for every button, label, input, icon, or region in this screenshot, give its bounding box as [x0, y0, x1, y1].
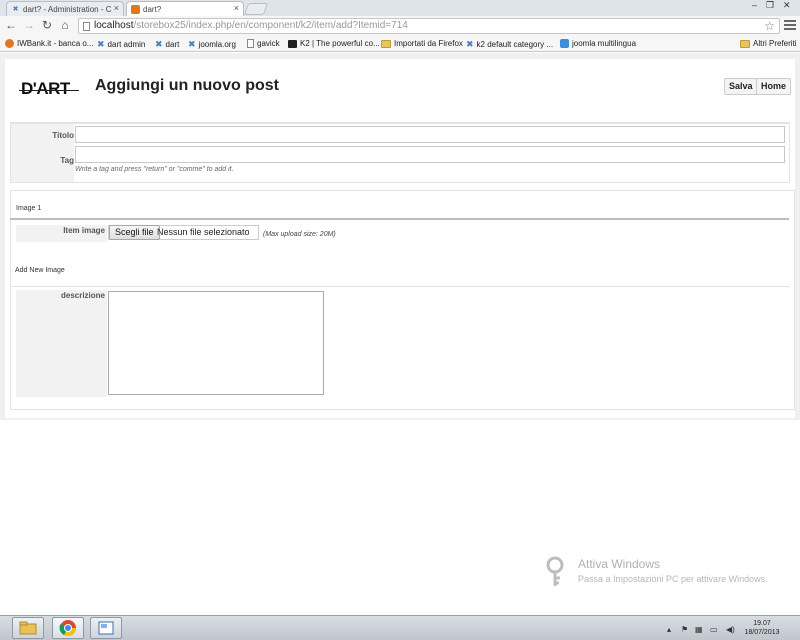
close-tab-icon[interactable]: ×: [114, 3, 119, 13]
tag-hint: Write a tag and press "return" or "comme…: [75, 166, 234, 173]
home-button[interactable]: Home: [756, 78, 792, 95]
bookmark-iwbank[interactable]: IWBank.it - banca o...: [5, 39, 93, 48]
bookmark-joomla-multilingua[interactable]: joomla multilingua: [560, 39, 636, 48]
k2-icon: [288, 39, 297, 48]
translate-icon: [560, 39, 569, 48]
max-upload-size: (Max upload size: 20M): [263, 231, 336, 238]
battery-icon[interactable]: ▭: [710, 625, 718, 634]
form-frame: D'ART Aggiungi un nuovo post Salva Home …: [0, 53, 800, 420]
bookmark-k2[interactable]: K2 | The powerful co...: [288, 39, 380, 48]
new-tab-button[interactable]: [243, 3, 269, 15]
url-path: /storebox25/index.php/en/component/k2/it…: [133, 20, 408, 31]
bookmark-label: IWBank.it - banca o...: [17, 39, 94, 48]
volume-icon[interactable]: ◀): [726, 625, 735, 634]
back-arrow-icon[interactable]: ←: [4, 18, 18, 33]
descrizione-textarea[interactable]: [108, 291, 324, 395]
logo-underline: [19, 90, 79, 91]
descrizione-label-cell: [16, 290, 107, 397]
no-file-selected-text: Nessun file selezionato: [157, 227, 250, 237]
image-section-divider: [10, 218, 789, 220]
tab-title: dart?: [143, 4, 162, 14]
bookmark-joomla-org[interactable]: ✖ joomla.org: [188, 39, 236, 50]
windows-taskbar: ▴ ⚑ ▦ ▭ ◀) 19.07 18/07/2013: [0, 615, 800, 640]
titolo-label: Titolo: [52, 131, 74, 140]
page-icon: [83, 22, 90, 31]
descrizione-label: descrizione: [60, 291, 105, 300]
joomla-icon: ✖: [97, 39, 105, 49]
paint-taskbar-button[interactable]: [90, 617, 122, 639]
bookmark-label: gavick: [257, 39, 280, 48]
tab-dart[interactable]: dart? ×: [126, 1, 244, 16]
bookmarks-bar: IWBank.it - banca o... ✖ dart admin ✖ dart…: [0, 36, 800, 52]
page-viewport: D'ART Aggiungi un nuovo post Salva Home …: [0, 53, 800, 615]
tag-input[interactable]: [75, 146, 785, 163]
url-host: localhost: [94, 20, 134, 31]
activate-windows-title: Attiva Windows: [578, 557, 661, 571]
site-logo[interactable]: D'ART: [21, 79, 70, 99]
activate-windows-subtitle: Passa a Impostazioni PC per attivare Win…: [578, 574, 768, 584]
bookmark-k2-default-category[interactable]: ✖ k2 default category ...: [466, 39, 553, 50]
bookmark-label: Altri Preferiti: [753, 39, 797, 48]
joomla-icon: ✖: [155, 39, 163, 49]
site-favicon-icon: [131, 4, 140, 14]
bookmark-importati-firefox[interactable]: Importati da Firefox: [381, 39, 463, 48]
save-button[interactable]: Salva: [724, 78, 758, 95]
tag-label: Tag: [60, 156, 74, 165]
chrome-menu-icon[interactable]: [784, 18, 796, 32]
add-new-image-link[interactable]: Add New Image: [15, 267, 65, 274]
joomla-icon: ✖: [188, 39, 196, 49]
bookmark-star-icon[interactable]: ☆: [764, 19, 775, 33]
address-bar[interactable]: localhost/storebox25/index.php/en/compon…: [78, 18, 780, 34]
bookmark-label: dart admin: [107, 40, 146, 49]
page-icon: [247, 39, 254, 48]
show-hidden-icons-icon[interactable]: ▴: [667, 625, 671, 634]
form-panel: D'ART Aggiungi un nuovo post Salva Home …: [5, 59, 795, 418]
folder-icon: [19, 621, 37, 635]
key-icon: [546, 556, 564, 586]
minimize-icon[interactable]: –: [752, 0, 757, 10]
restore-icon[interactable]: ❐: [766, 0, 774, 11]
chrome-taskbar-button[interactable]: [52, 617, 84, 639]
flag-icon[interactable]: ⚑: [681, 625, 688, 634]
paint-icon: [98, 621, 114, 635]
system-clock[interactable]: 19.07 18/07/2013: [744, 619, 780, 637]
iwbank-icon: [5, 39, 14, 48]
close-window-icon[interactable]: ✕: [783, 0, 791, 11]
home-icon[interactable]: ⌂: [58, 18, 72, 33]
browser-toolbar: ← → ↻ ⌂ localhost/storebox25/index.php/e…: [0, 16, 800, 36]
tab-title: dart? - Administration - C: [23, 4, 112, 14]
joomla-icon: ✖: [466, 39, 474, 49]
folder-icon: [740, 39, 750, 48]
item-image-label: Item image: [63, 226, 105, 235]
bookmark-label: joomla multilingua: [572, 39, 637, 48]
reload-icon[interactable]: ↻: [40, 18, 54, 33]
choose-file-button[interactable]: Scegli file: [109, 225, 160, 240]
tab-administration[interactable]: ✖ dart? - Administration - C ×: [6, 1, 124, 16]
clock-date: 18/07/2013: [744, 629, 780, 636]
titolo-input[interactable]: [75, 126, 785, 143]
forward-arrow-icon[interactable]: →: [22, 18, 36, 33]
image-divider: [10, 286, 790, 287]
chrome-icon: [59, 620, 77, 637]
file-explorer-button[interactable]: [12, 617, 44, 639]
folder-icon: [381, 39, 391, 48]
bookmark-label: dart: [165, 40, 180, 49]
bookmark-label: joomla.org: [198, 40, 236, 49]
bookmark-label: K2 | The powerful co...: [300, 39, 380, 48]
bookmark-label: k2 default category ...: [476, 40, 554, 49]
clock-time: 19.07: [753, 620, 771, 627]
close-tab-icon[interactable]: ×: [234, 3, 239, 13]
bookmark-dart-admin[interactable]: ✖ dart admin: [97, 39, 145, 50]
bookmark-dart[interactable]: ✖ dart: [155, 39, 179, 50]
network-icon[interactable]: ▦: [695, 625, 703, 634]
page-title: Aggiungi un nuovo post: [95, 77, 279, 94]
joomla-icon: ✖: [12, 6, 19, 13]
bookmark-gavick[interactable]: gavick: [247, 39, 280, 48]
bookmark-label: Importati da Firefox: [394, 39, 463, 48]
browser-tab-bar: ✖ dart? - Administration - C × dart? × –…: [0, 0, 800, 16]
bookmark-altri-preferiti[interactable]: Altri Preferiti: [740, 39, 797, 48]
image-section-label: Image 1: [16, 205, 42, 212]
basic-fields-box: Titolo Tag Write a tag and press "return…: [10, 123, 790, 183]
